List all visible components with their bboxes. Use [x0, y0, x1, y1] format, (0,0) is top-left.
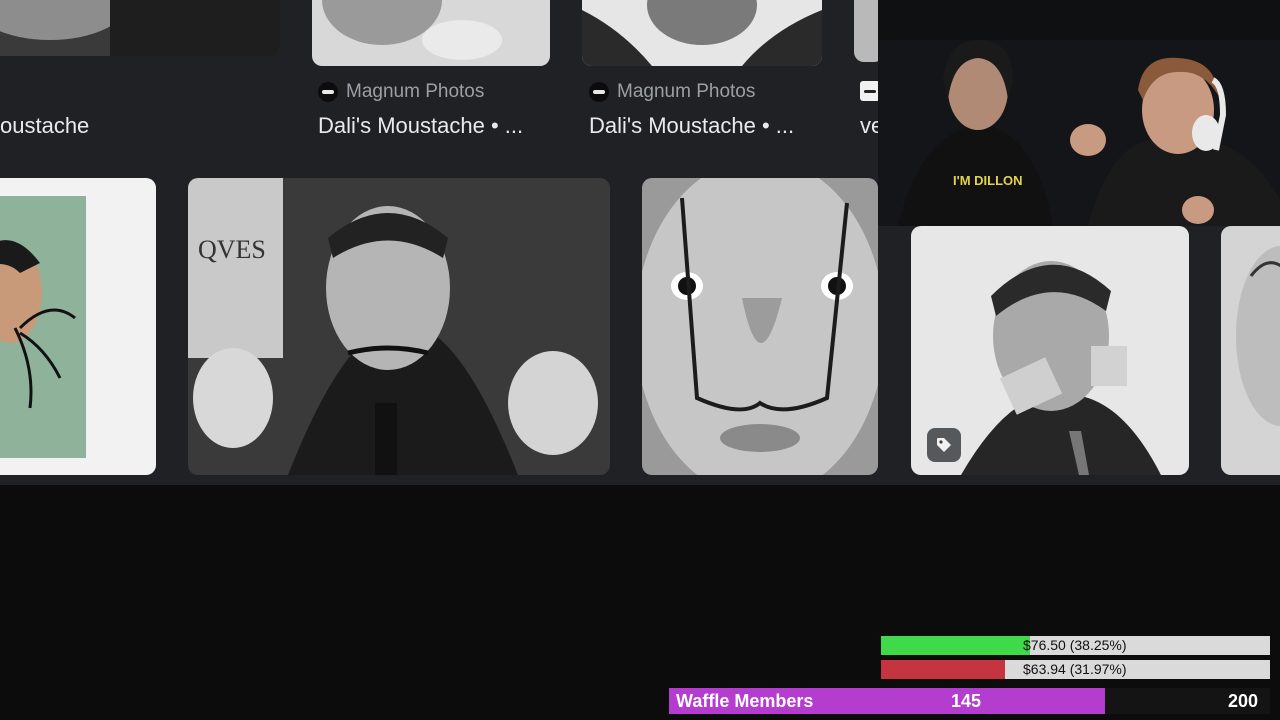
result-source-2[interactable]: Magnum Photos	[318, 81, 484, 103]
members-current: 145	[951, 691, 982, 711]
result-thumbnail-2[interactable]	[312, 0, 550, 66]
result-thumbnail-3[interactable]	[582, 0, 822, 66]
result-title-1[interactable]: oustache	[0, 113, 89, 139]
site-logo-icon	[860, 81, 880, 101]
webcam-shirt-text: I'M DILLON	[953, 173, 1023, 188]
webcam-overlay: I'M DILLON	[878, 0, 1280, 226]
tag-icon[interactable]	[927, 428, 961, 462]
result-thumbnail-5[interactable]	[0, 178, 156, 475]
result-thumbnail-1[interactable]	[0, 0, 280, 56]
donation-bar-fill	[881, 636, 1030, 655]
result-source-3[interactable]: Magnum Photos	[589, 81, 755, 103]
result-thumbnail-6[interactable]: QVES	[188, 178, 610, 475]
members-goal: 200	[1227, 691, 1258, 711]
magnum-logo-icon	[589, 82, 609, 102]
svg-text:QVES: QVES	[198, 235, 266, 264]
donation-bar-red: $63.94 (31.97%)	[881, 660, 1270, 679]
members-progress-bar: Waffle Members 145 200	[669, 688, 1270, 714]
result-title-3[interactable]: Dali's Moustache • ...	[589, 113, 794, 139]
magnum-logo-icon	[318, 82, 338, 102]
donation-bar-label: $76.50 (38.25%)	[1023, 637, 1127, 653]
donation-bar-label: $63.94 (31.97%)	[1023, 661, 1127, 677]
result-source-4[interactable]	[860, 81, 880, 101]
result-source-label: Magnum Photos	[617, 81, 756, 102]
donation-bar-green: $76.50 (38.25%)	[881, 636, 1270, 655]
result-title-2[interactable]: Dali's Moustache • ...	[318, 113, 523, 139]
members-label: Waffle Members	[676, 691, 814, 711]
donation-bar-fill	[881, 660, 1006, 679]
result-thumbnail-9[interactable]	[1221, 226, 1280, 475]
result-thumbnail-7[interactable]	[642, 178, 878, 475]
result-source-label: Magnum Photos	[346, 81, 485, 102]
